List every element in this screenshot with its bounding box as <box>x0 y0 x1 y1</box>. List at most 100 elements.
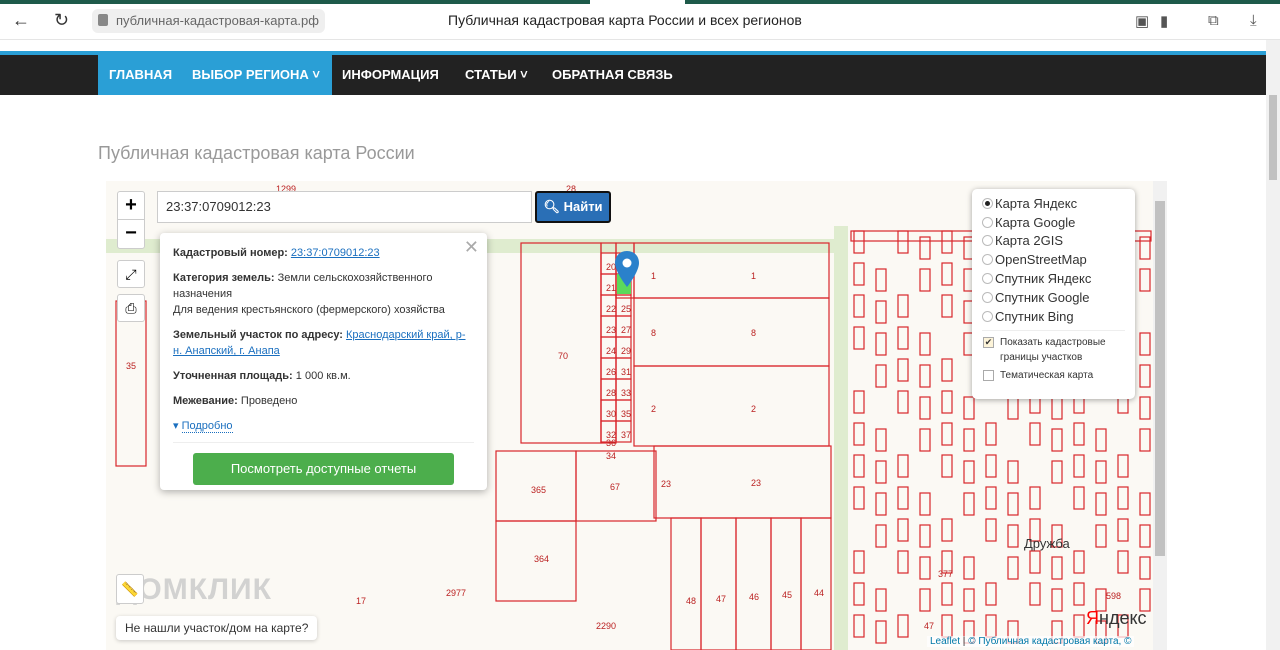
parcel-label: 23 <box>751 478 761 488</box>
house-parcel <box>1139 364 1151 388</box>
layer-option[interactable]: Карта Яндекс <box>982 194 1125 213</box>
page-heading: Публичная кадастровая карта России <box>98 143 415 163</box>
parcel <box>670 517 702 650</box>
house-parcel <box>875 492 887 516</box>
house-parcel <box>875 524 887 548</box>
download-icon[interactable]: ⤓ <box>1250 12 1257 29</box>
house-parcel <box>875 332 887 356</box>
house-parcel <box>1095 492 1107 516</box>
cad-number-link[interactable]: 23:37:0709012:23 <box>291 247 380 259</box>
show-borders-label: Показать кадастровые границы участков <box>1000 336 1106 363</box>
house-parcel <box>1051 460 1063 484</box>
ruler-icon[interactable]: 📏 <box>116 574 144 604</box>
nav-feedback[interactable]: ОБРАТНАЯ СВЯЗЬ <box>541 55 684 95</box>
house-parcel <box>941 518 953 542</box>
parcel-label: 33 <box>621 388 631 398</box>
layer-option[interactable]: Карта 2GIS <box>982 232 1125 251</box>
parcel <box>633 297 830 367</box>
layer-option[interactable]: OpenStreetMap <box>982 250 1125 269</box>
not-found-button[interactable]: Не нашли участок/дом на карте? <box>116 616 318 640</box>
house-parcel <box>1117 518 1129 542</box>
reload-icon[interactable]: ↻ <box>54 10 69 31</box>
lock-icon <box>98 14 108 26</box>
bookmark-icon[interactable]: ▮ <box>1160 12 1168 30</box>
house-parcel <box>1117 454 1129 478</box>
house-parcel <box>1117 550 1129 574</box>
house-parcel <box>985 486 997 510</box>
house-parcel <box>853 262 865 286</box>
house-parcel <box>1073 550 1085 574</box>
back-icon[interactable]: ← <box>12 10 30 31</box>
parcel-label: 2 <box>651 404 656 414</box>
house-parcel <box>1073 582 1085 606</box>
house-parcel <box>853 486 865 510</box>
house-parcel <box>897 454 909 478</box>
house-parcel <box>897 550 909 574</box>
parcel-label: 30 <box>606 409 616 419</box>
parcel-label: 26 <box>606 367 616 377</box>
zoom-out-button[interactable]: − <box>118 220 144 248</box>
parcel-label: 48 <box>686 596 696 606</box>
address-bar[interactable]: публичная-кадастровая-карта.рф <box>92 9 325 33</box>
nav-home[interactable]: ГЛАВНАЯ <box>98 55 184 95</box>
house-parcel <box>963 492 975 516</box>
layer-option-label: Карта 2GIS <box>995 233 1064 249</box>
more-link[interactable]: Подробно <box>181 420 233 433</box>
view-reports-button[interactable]: Посмотреть доступные отчеты <box>193 453 454 485</box>
radio-icon <box>982 291 993 303</box>
survey-value: Проведено <box>240 395 298 407</box>
parcel-label: 47 <box>716 594 726 604</box>
house-parcel <box>941 262 953 286</box>
caret-down-icon: ▾ <box>173 420 179 432</box>
parcel-label: 67 <box>610 482 620 492</box>
find-button[interactable]: 🔍︎ Найти <box>535 191 611 223</box>
house-parcel <box>1095 524 1107 548</box>
area-value: 1 000 кв.м. <box>295 370 351 382</box>
radio-icon <box>982 197 993 209</box>
show-borders-checkbox[interactable]: ✔ Показать кадастровые границы участков <box>982 335 1125 365</box>
house-parcel <box>985 422 997 446</box>
house-parcel <box>1051 396 1063 420</box>
thematic-checkbox[interactable]: Тематическая карта <box>982 368 1125 383</box>
parcel-label: 29 <box>621 346 631 356</box>
house-parcel <box>1139 524 1151 548</box>
house-parcel <box>875 300 887 324</box>
cadastre-link[interactable]: © Публичная кадастровая карта, © <box>968 636 1131 647</box>
layer-option[interactable]: Спутник Google <box>982 288 1125 307</box>
usage-value: Для ведения крестьянского (фермерского) … <box>173 304 445 316</box>
layer-option[interactable]: Спутник Яндекс <box>982 269 1125 288</box>
house-parcel <box>985 582 997 606</box>
house-parcel <box>919 236 931 260</box>
fullscreen-icon[interactable]: ⤢ <box>117 260 145 288</box>
nav-articles[interactable]: СТАТЬИ ˅ <box>454 55 539 95</box>
house-parcel <box>1073 422 1085 446</box>
leaflet-link[interactable]: Leaflet <box>930 636 960 647</box>
house-parcel <box>985 614 997 638</box>
map-marker-icon[interactable] <box>615 251 639 287</box>
close-icon[interactable]: ✕ <box>464 237 479 258</box>
print-icon[interactable]: ⎙ <box>117 294 145 322</box>
house-parcel <box>941 294 953 318</box>
collections-icon[interactable]: ⧉ <box>1208 12 1219 29</box>
house-parcel <box>853 454 865 478</box>
house-parcel <box>1029 550 1041 574</box>
parcel-label: 37 <box>621 430 631 440</box>
nav-info[interactable]: ИНФОРМАЦИЯ <box>331 55 450 95</box>
house-parcel <box>963 428 975 452</box>
parcel-label: 27 <box>621 325 631 335</box>
layer-option[interactable]: Карта Google <box>982 213 1125 232</box>
map-scrollbar[interactable] <box>1153 181 1167 650</box>
parcel <box>520 242 602 444</box>
house-parcel <box>919 588 931 612</box>
layer-option[interactable]: Спутник Bing <box>982 307 1125 326</box>
parcel-label: 36 <box>606 438 616 448</box>
house-parcel <box>853 326 865 350</box>
page-scrollbar[interactable] <box>1266 40 1280 650</box>
house-parcel <box>1029 582 1041 606</box>
nav-region[interactable]: ВЫБОР РЕГИОНА ˅ <box>181 55 332 95</box>
radio-icon <box>982 273 993 285</box>
search-input[interactable]: 23:37:0709012:23 <box>157 191 532 223</box>
parcel-label: 23 <box>606 325 616 335</box>
zoom-in-button[interactable]: + <box>118 192 144 220</box>
extension-icon[interactable]: ▣ <box>1135 12 1149 30</box>
